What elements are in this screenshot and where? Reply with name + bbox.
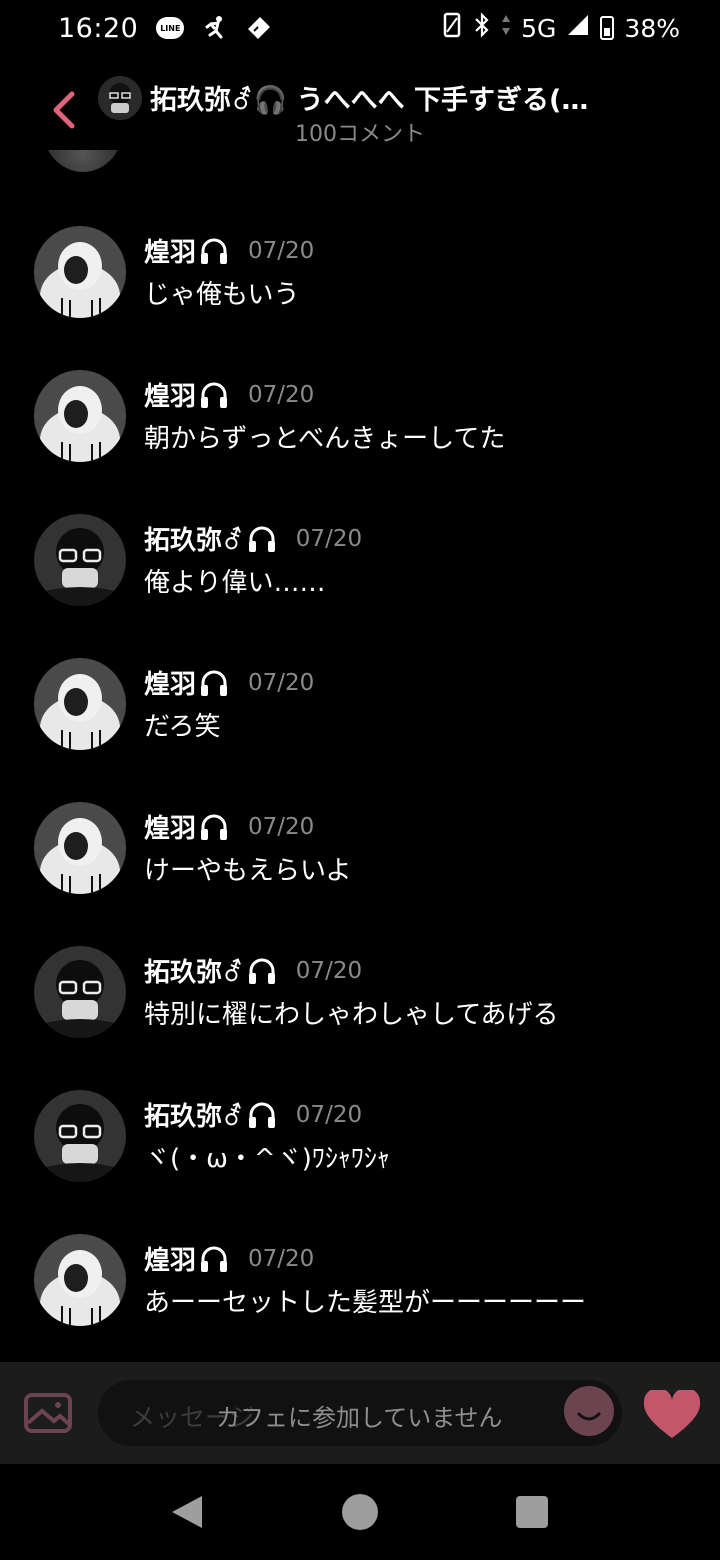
system-nav-bar	[0, 1464, 720, 1560]
list-item: 煌羽 07/20 だろ笑	[0, 658, 720, 758]
comment-text: 朝からずっとべんきょーしてた	[144, 424, 506, 454]
avatar-takumi[interactable]	[34, 1090, 126, 1182]
avatar-koha[interactable]	[34, 658, 126, 750]
avatar-koha[interactable]	[34, 226, 126, 318]
data-arrows-icon	[501, 12, 511, 44]
avatar-koha[interactable]	[34, 802, 126, 894]
line-app-icon: LINE	[156, 17, 185, 39]
battery-icon	[600, 16, 615, 40]
comment-date: 07/20	[295, 957, 363, 984]
headphones-icon	[201, 238, 228, 264]
comment-list[interactable]: 煌羽 07/20 じゃ俺もいう 煌羽 07/20 朝からずっとべんきょーしてた …	[0, 150, 720, 1360]
comment-text: 特別に櫂にわしゃわしゃしてあげる	[144, 1000, 559, 1030]
headphones-icon	[201, 814, 228, 840]
status-bar: 16:20 LINE 5G 38%	[0, 0, 720, 56]
not-joined-notice: カフェに参加していません	[216, 1404, 503, 1432]
image-icon[interactable]	[24, 1393, 72, 1433]
list-item: 拓玖弥⚦ 07/20 ヾ(・ω・^ヾ)ﾜｼｬﾜｼｬ	[0, 1090, 720, 1190]
comment-author: 煌羽 07/20	[144, 1245, 315, 1277]
header-avatar[interactable]	[98, 76, 142, 120]
comment-date: 07/20	[248, 669, 315, 696]
comment-date: 07/20	[295, 525, 363, 552]
thread-title: 拓玖弥⚦🎧 うへへへ 下手すぎる(…	[150, 85, 589, 116]
battery-percent: 38%	[624, 13, 680, 43]
nav-home-icon[interactable]	[342, 1494, 378, 1530]
list-item: 煌羽 07/20 朝からずっとべんきょーしてた	[0, 370, 720, 470]
headphones-icon	[248, 1102, 275, 1128]
headphones-icon	[201, 1246, 228, 1272]
comment-author: 煌羽 07/20	[144, 381, 315, 413]
comment-text: 俺より偉い……	[144, 568, 326, 598]
list-item: 拓玖弥⚦ 07/20 俺より偉い……	[0, 514, 720, 614]
pen-note-icon	[246, 15, 272, 41]
comment-author: 拓玖弥⚦ 07/20	[144, 1101, 363, 1133]
comment-text: だろ笑	[144, 712, 221, 742]
status-time: 16:20	[58, 12, 139, 44]
comment-date: 07/20	[248, 381, 315, 408]
avatar-koha[interactable]	[34, 1234, 126, 1326]
comment-count: 100コメント	[295, 122, 425, 147]
emoji-icon[interactable]	[564, 1386, 614, 1436]
comment-author: 拓玖弥⚦ 07/20	[144, 525, 363, 557]
avatar-takumi[interactable]	[34, 514, 126, 606]
vibrate-icon	[441, 12, 463, 44]
comment-text: あーーセットした髪型がーーーーーー	[144, 1288, 587, 1318]
comment-text: けーやもえらいよ	[144, 856, 352, 886]
comment-text: ヾ(・ω・^ヾ)ﾜｼｬﾜｼｬ	[144, 1144, 390, 1174]
list-item: 煌羽 07/20 じゃ俺もいう	[0, 226, 720, 326]
comment-author: 煌羽 07/20	[144, 813, 315, 845]
headphones-icon	[248, 526, 275, 552]
running-person-icon	[202, 15, 228, 41]
bluetooth-icon	[473, 12, 491, 44]
comment-author: 拓玖弥⚦ 07/20	[144, 957, 363, 989]
nav-recents-icon[interactable]	[516, 1496, 548, 1528]
signal-icon	[566, 13, 590, 43]
avatar-koha[interactable]	[34, 370, 126, 462]
comment-author: 煌羽 07/20	[144, 669, 315, 701]
headphones-icon	[248, 958, 275, 984]
list-item: 煌羽 07/20 けーやもえらいよ	[0, 802, 720, 902]
nav-back-icon[interactable]	[170, 1494, 204, 1530]
comment-date: 07/20	[248, 237, 315, 264]
comment-date: 07/20	[295, 1101, 363, 1128]
headphones-icon	[201, 670, 228, 696]
list-item: 煌羽 07/20 あーーセットした髪型がーーーーーー	[0, 1234, 720, 1334]
heart-icon[interactable]	[644, 1390, 700, 1440]
avatar	[42, 150, 124, 172]
avatar-takumi[interactable]	[34, 946, 126, 1038]
comment-date: 07/20	[248, 813, 315, 840]
comment-author: 煌羽 07/20	[144, 237, 315, 269]
headphones-icon	[201, 382, 228, 408]
comment-date: 07/20	[248, 1245, 315, 1272]
network-type: 5G	[521, 13, 557, 43]
list-item: 拓玖弥⚦ 07/20 特別に櫂にわしゃわしゃしてあげる	[0, 946, 720, 1046]
message-composer: メッセージ カフェに参加していません	[0, 1362, 720, 1464]
message-input[interactable]: メッセージ カフェに参加していません	[98, 1380, 622, 1446]
comment-text: じゃ俺もいう	[144, 280, 300, 310]
